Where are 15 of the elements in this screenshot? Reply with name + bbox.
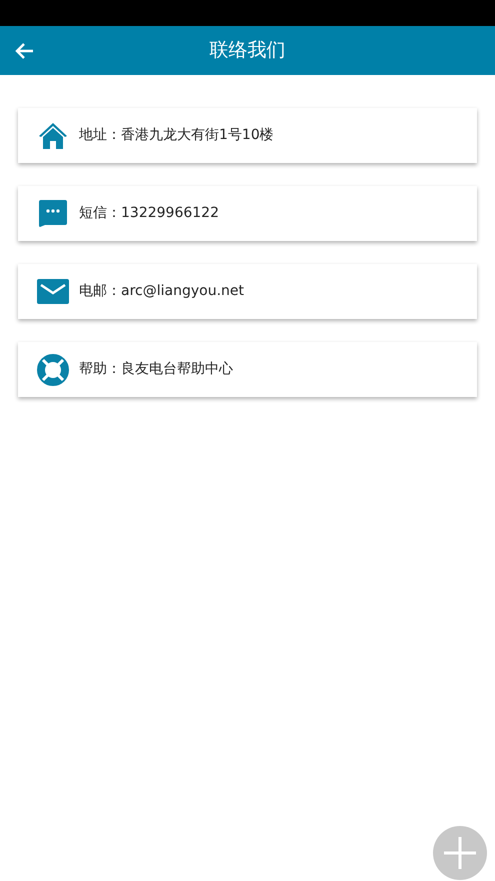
contact-text: 短信：13229966122 [79, 204, 219, 223]
contact-text: 帮助：良友电台帮助中心 [79, 360, 233, 379]
page-title: 联络我们 [210, 38, 286, 64]
house-icon [38, 122, 68, 150]
contact-card[interactable]: 帮助：良友电台帮助中心 [18, 342, 477, 397]
lifebuoy-icon [37, 354, 69, 386]
chat-bubble-icon [39, 200, 67, 227]
contact-card[interactable]: 电邮：arc@liangyou.net [18, 264, 477, 319]
contact-text: 地址：香港九龙大有街1号10楼 [79, 126, 274, 145]
contact-card[interactable]: 短信：13229966122 [18, 186, 477, 241]
contact-card[interactable]: 地址：香港九龙大有街1号10楼 [18, 108, 477, 163]
contact-text: 电邮：arc@liangyou.net [79, 282, 244, 301]
envelope-icon [37, 279, 69, 304]
back-arrow-icon [14, 42, 34, 60]
plus-icon [444, 837, 476, 869]
